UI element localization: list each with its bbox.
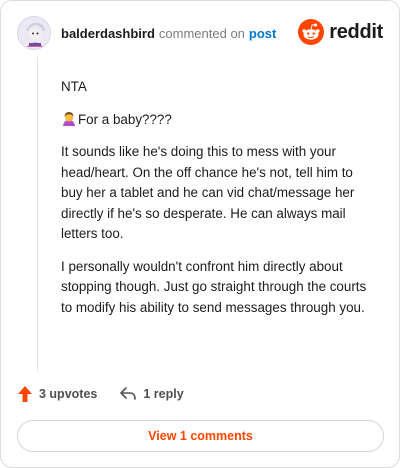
avatar[interactable]	[17, 16, 51, 50]
upvote-arrow-icon[interactable]	[17, 385, 33, 403]
upvote-count: 3 upvotes	[39, 387, 98, 401]
comment-text: For a baby????	[78, 111, 172, 127]
comment-footer: 3 upvotes 1 reply	[17, 385, 184, 403]
reply-arrow-icon[interactable]	[119, 386, 137, 402]
reply-control[interactable]: 1 reply	[119, 386, 184, 402]
comment-body: NTA For a baby???? It sounds like he's d…	[61, 77, 371, 330]
comment-paragraph: NTA	[61, 79, 87, 94]
comment-paragraph-with-emoji: For a baby????	[61, 110, 371, 131]
woman-facepalming-emoji	[61, 111, 77, 127]
username-link[interactable]: balderdashbird	[61, 26, 155, 41]
action-text: commented on	[158, 25, 245, 41]
comment-header: balderdashbird commented on post reddit	[17, 15, 383, 51]
reddit-wordmark: reddit	[329, 20, 383, 43]
reply-count: 1 reply	[143, 387, 184, 401]
reddit-snoo-icon	[298, 19, 325, 45]
reddit-logo[interactable]: reddit	[298, 19, 383, 45]
comment-paragraph: I personally wouldn't confront him direc…	[61, 258, 367, 315]
comment-paragraph: It sounds like he's doing this to mess w…	[61, 144, 355, 241]
header-text: balderdashbird commented on post	[61, 26, 276, 41]
upvote-control[interactable]: 3 upvotes	[17, 385, 97, 403]
view-comments-button[interactable]: View 1 comments	[17, 420, 384, 452]
comment-card: balderdashbird commented on post reddit …	[0, 0, 400, 468]
thread-line	[37, 57, 38, 371]
post-link[interactable]: post	[249, 26, 276, 41]
